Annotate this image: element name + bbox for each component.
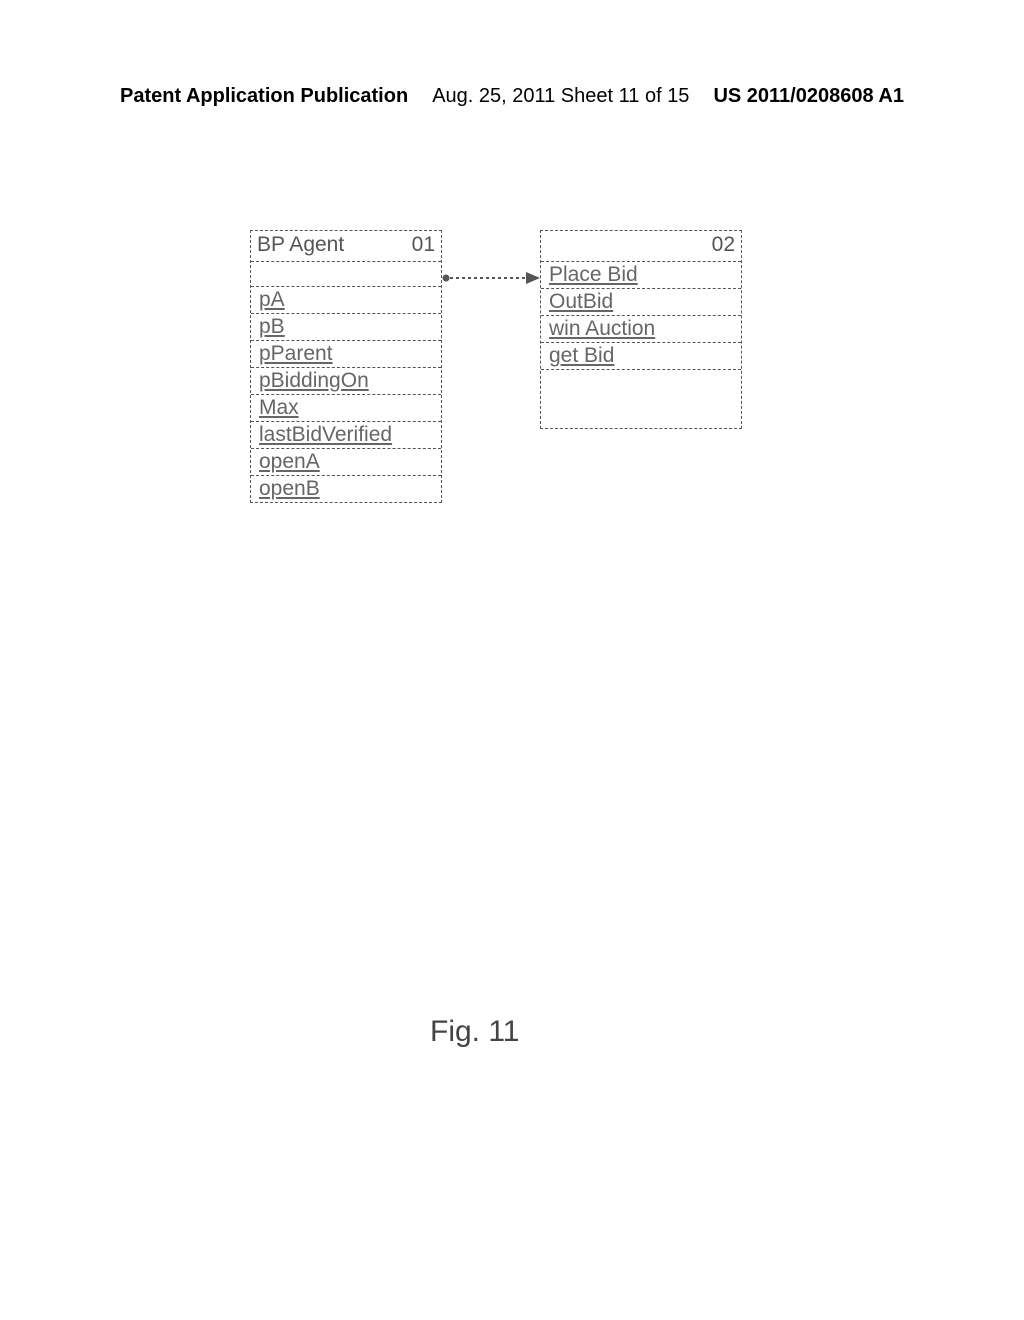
- box-left-number: 01: [412, 233, 435, 257]
- association-arrow-icon: [440, 270, 542, 286]
- class-box-right: 02 Place Bid OutBid win Auction get Bid: [540, 230, 742, 429]
- header-center: Aug. 25, 2011 Sheet 11 of 15: [432, 85, 689, 108]
- box-right-spacer: [541, 369, 741, 428]
- figure-label: Fig. 11: [430, 1015, 520, 1049]
- attribute-row: lastBidVerified: [251, 421, 441, 448]
- attribute-row: pBiddingOn: [251, 367, 441, 394]
- method-row: get Bid: [541, 342, 741, 369]
- page-header: Patent Application Publication Aug. 25, …: [120, 85, 904, 108]
- attribute-row: openB: [251, 475, 441, 502]
- attribute-row: pA: [251, 286, 441, 313]
- attribute-row: pB: [251, 313, 441, 340]
- attribute-row: Max: [251, 394, 441, 421]
- attribute-row: pParent: [251, 340, 441, 367]
- box-right-number: 02: [712, 233, 735, 257]
- box-left-title: BP Agent: [257, 233, 344, 257]
- class-box-left: BP Agent 01 pA pB pParent pBiddingOn Max…: [250, 230, 442, 503]
- attribute-row: openA: [251, 448, 441, 475]
- method-row: Place Bid: [541, 261, 741, 288]
- method-row: OutBid: [541, 288, 741, 315]
- header-left: Patent Application Publication: [120, 85, 408, 108]
- box-right-title-row: 02: [541, 231, 741, 261]
- method-row: win Auction: [541, 315, 741, 342]
- box-left-spacer: [251, 261, 441, 286]
- header-right: US 2011/0208608 A1: [713, 85, 904, 108]
- box-left-title-row: BP Agent 01: [251, 231, 441, 261]
